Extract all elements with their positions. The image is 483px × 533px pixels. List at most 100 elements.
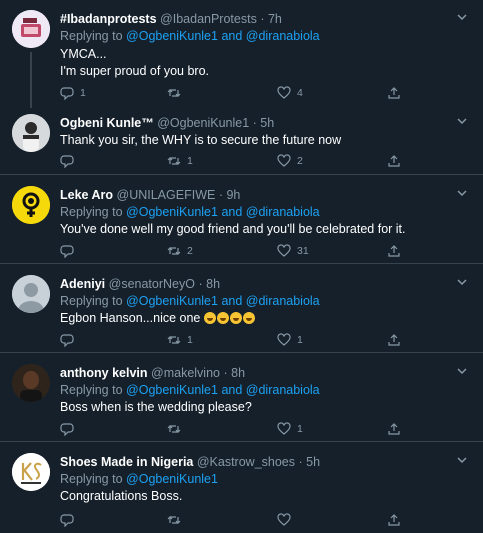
- timestamp[interactable]: 8h: [206, 277, 220, 291]
- tweet[interactable]: Ogbeni Kunle™ @OgbeniKunle1 · 5h Thank y…: [0, 108, 483, 175]
- reply-icon: [60, 87, 74, 100]
- retweet-button[interactable]: 2: [167, 243, 193, 259]
- tweet-header: Shoes Made in Nigeria @Kastrow_shoes · 5…: [60, 455, 321, 469]
- display-name[interactable]: anthony kelvin: [60, 366, 148, 380]
- user-handle[interactable]: @OgbeniKunle1: [157, 116, 249, 130]
- tweet-header: #Ibadanprotests @IbadanProtests · 7h: [60, 12, 282, 26]
- like-count: 1: [297, 334, 303, 346]
- avatar[interactable]: [12, 186, 50, 224]
- like-icon: [277, 86, 291, 99]
- reply-button[interactable]: [60, 421, 80, 437]
- retweet-button[interactable]: [167, 421, 187, 437]
- timestamp[interactable]: 5h: [306, 455, 320, 469]
- like-button[interactable]: 1: [277, 332, 303, 348]
- mention-link[interactable]: @OgbeniKunle1: [126, 29, 218, 43]
- reply-button[interactable]: [60, 332, 80, 348]
- share-button[interactable]: [387, 243, 401, 259]
- reply-icon: [60, 423, 74, 436]
- retweet-button[interactable]: [167, 85, 187, 101]
- like-icon: [277, 513, 291, 526]
- reply-button[interactable]: 1: [60, 85, 86, 101]
- tweet[interactable]: #Ibadanprotests @IbadanProtests · 7h Rep…: [0, 0, 483, 110]
- avatar[interactable]: [12, 114, 50, 152]
- tweet[interactable]: Leke Aro @UNILAGEFIWE · 9h Replying to @…: [0, 176, 483, 264]
- like-button[interactable]: 2: [277, 153, 303, 169]
- user-handle[interactable]: @makelvino: [151, 366, 220, 380]
- replying-to: Replying to @OgbeniKunle1: [60, 472, 218, 486]
- timestamp[interactable]: 8h: [231, 366, 245, 380]
- like-button[interactable]: [277, 512, 297, 528]
- like-count: 31: [297, 245, 309, 257]
- like-button[interactable]: 31: [277, 243, 309, 259]
- user-handle[interactable]: @senatorNeyO: [109, 277, 195, 291]
- display-name[interactable]: #Ibadanprotests: [60, 12, 157, 26]
- like-button[interactable]: 1: [277, 421, 303, 437]
- tweet[interactable]: Adeniyi @senatorNeyO · 8h Replying to @O…: [0, 265, 483, 353]
- mention-link[interactable]: @OgbeniKunle1: [126, 383, 218, 397]
- mention-link[interactable]: @diranabiola: [246, 383, 320, 397]
- tweet-text: YMCA... I'm super proud of you bro.: [60, 47, 209, 78]
- display-name[interactable]: Ogbeni Kunle™: [60, 116, 154, 130]
- replying-to: Replying to @OgbeniKunle1 and @diranabio…: [60, 205, 320, 219]
- share-icon: [388, 334, 400, 346]
- like-count: 4: [297, 87, 303, 99]
- tweet-actions: [60, 512, 420, 528]
- reply-count: 1: [80, 87, 86, 99]
- chevron-down-icon[interactable]: [455, 364, 469, 378]
- display-name[interactable]: Adeniyi: [60, 277, 105, 291]
- like-icon: [277, 244, 291, 257]
- chevron-down-icon[interactable]: [455, 114, 469, 128]
- tweet-text: Congratulations Boss.: [60, 489, 183, 503]
- thread-line: [30, 52, 32, 108]
- tweet-text: You've done well my good friend and you'…: [60, 222, 406, 236]
- retweet-button[interactable]: [167, 512, 187, 528]
- chevron-down-icon[interactable]: [455, 453, 469, 467]
- grinning-squinting-face-emoji: [229, 312, 242, 324]
- retweet-button[interactable]: 1: [167, 332, 193, 348]
- avatar[interactable]: [12, 364, 50, 402]
- share-button[interactable]: [387, 153, 401, 169]
- mention-link[interactable]: @diranabiola: [246, 205, 320, 219]
- tweet-actions: 1 1: [60, 332, 420, 348]
- tweet-actions: 1 2: [60, 153, 420, 169]
- chevron-down-icon[interactable]: [455, 186, 469, 200]
- share-button[interactable]: [387, 421, 401, 437]
- tweet-header: Ogbeni Kunle™ @OgbeniKunle1 · 5h: [60, 116, 275, 130]
- reply-button[interactable]: [60, 512, 80, 528]
- avatar[interactable]: [12, 453, 50, 491]
- timestamp[interactable]: 7h: [268, 12, 282, 26]
- timestamp[interactable]: 5h: [260, 116, 274, 130]
- tweet[interactable]: Shoes Made in Nigeria @Kastrow_shoes · 5…: [0, 443, 483, 533]
- mention-link[interactable]: @OgbeniKunle1: [126, 472, 218, 486]
- like-icon: [277, 154, 291, 167]
- user-handle[interactable]: @UNILAGEFIWE: [117, 188, 216, 202]
- display-name[interactable]: Leke Aro: [60, 188, 113, 202]
- mention-link[interactable]: @OgbeniKunle1: [126, 205, 218, 219]
- user-handle[interactable]: @IbadanProtests: [160, 12, 257, 26]
- share-button[interactable]: [387, 512, 401, 528]
- like-button[interactable]: 4: [277, 85, 303, 101]
- share-button[interactable]: [387, 85, 401, 101]
- reply-icon: [60, 155, 74, 168]
- grinning-squinting-face-emoji: [242, 312, 255, 324]
- chevron-down-icon[interactable]: [455, 275, 469, 289]
- user-handle[interactable]: @Kastrow_shoes: [197, 455, 295, 469]
- reply-button[interactable]: [60, 153, 80, 169]
- like-icon: [277, 333, 291, 346]
- like-icon: [277, 422, 291, 435]
- reply-icon: [60, 245, 74, 258]
- mention-link[interactable]: @OgbeniKunle1: [126, 294, 218, 308]
- reply-button[interactable]: [60, 243, 80, 259]
- avatar[interactable]: [12, 10, 50, 48]
- display-name[interactable]: Shoes Made in Nigeria: [60, 455, 193, 469]
- share-icon: [388, 514, 400, 526]
- timestamp[interactable]: 9h: [226, 188, 240, 202]
- retweet-icon: [167, 89, 181, 97]
- chevron-down-icon[interactable]: [455, 10, 469, 24]
- retweet-button[interactable]: 1: [167, 153, 193, 169]
- share-button[interactable]: [387, 332, 401, 348]
- tweet[interactable]: anthony kelvin @makelvino · 8h Replying …: [0, 354, 483, 442]
- avatar[interactable]: [12, 275, 50, 313]
- mention-link[interactable]: @diranabiola: [246, 294, 320, 308]
- mention-link[interactable]: @diranabiola: [246, 29, 320, 43]
